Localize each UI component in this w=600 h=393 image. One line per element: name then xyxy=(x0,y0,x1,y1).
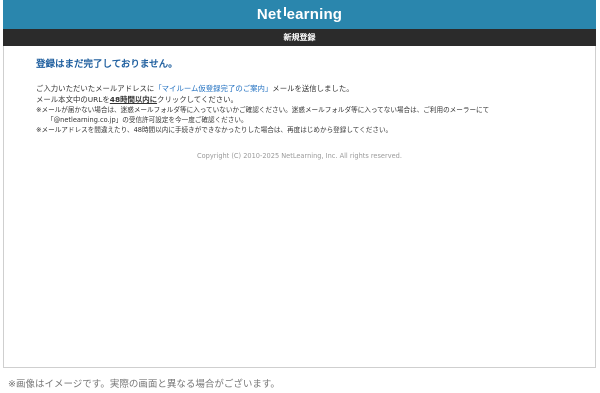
message-area: 登録はまだ完了しておりません。 ご入力いただいたメールアドレスに「マイルーム仮登… xyxy=(36,52,576,135)
reregister-note: ※メールアドレスを間違えたり、48時間以内に手続きができなかったりした場合は、再… xyxy=(36,126,393,134)
click-instruction-line: メール本文中のURLを48時間以内にクリックしてください。 xyxy=(36,95,238,104)
logo-l-mark xyxy=(283,7,286,16)
sent-message-line: ご入力いただいたメールアドレスに「マイルーム仮登録完了のご案内」メールを送信しま… xyxy=(36,84,354,93)
mail-subject-text: 「マイルーム仮登録完了のご案内」 xyxy=(154,84,273,93)
brand-header: Net earning xyxy=(3,0,596,29)
page-title: 新規登録 xyxy=(283,33,316,42)
copyright-text: Copyright (C) 2010-2025 NetLearning, Inc… xyxy=(197,152,402,160)
spam-note: ※メールが届かない場合は、迷惑メールフォルダ等に入っていないかご確認ください。迷… xyxy=(36,106,490,114)
domain-allow-note: 「@netlearning.co.jp」の受信許可設定を今一度ご確認ください。 xyxy=(47,116,248,124)
page-title-bar: 新規登録 xyxy=(3,29,596,46)
deadline-text: 48時間以内に xyxy=(109,95,158,104)
status-heading: 登録はまだ完了しておりません。 xyxy=(36,59,178,70)
netlearning-logo: Net earning xyxy=(256,6,343,23)
image-disclaimer: ※画像はイメージです。実際の画面と異なる場合がございます。 xyxy=(8,379,280,390)
